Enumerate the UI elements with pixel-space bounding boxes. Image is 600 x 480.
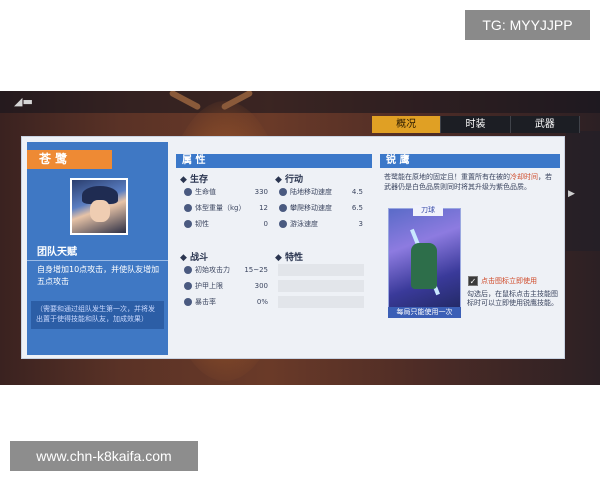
skill-cooldown-highlight: 冷却时间 xyxy=(510,173,538,181)
tab-overview[interactable]: 概况 xyxy=(372,116,442,133)
skill-usage-label: 每局只能使用一次 xyxy=(388,307,461,318)
heart-icon xyxy=(184,188,192,196)
traits-title: ◆ 特性 xyxy=(275,253,304,263)
weight-icon xyxy=(184,204,192,212)
run-icon xyxy=(279,188,287,196)
skill-description: 苍鹭能在原地的固定且！重置所有在被的冷却时间，若武器仍是白色品质则同时将其升级为… xyxy=(384,173,552,191)
skill-header: 锐 鹰 xyxy=(380,154,560,168)
avatar-face xyxy=(90,200,110,222)
stat-row-swim-speed: 游泳速度 3 xyxy=(279,218,367,230)
team-talent-desc: 自身增加10点攻击，并使队友增加五点攻击 xyxy=(37,265,160,286)
hero-tabs: 概况 时装 武器 xyxy=(372,116,580,133)
stat-row-armor: 护甲上限 300 xyxy=(184,280,272,292)
watermark-top: TG: MYYJJPP xyxy=(465,10,590,40)
attributes-header: 属 性 xyxy=(176,154,372,168)
game-logo-icon: ◢▬ xyxy=(14,95,33,108)
sword-icon xyxy=(184,266,192,274)
armor-icon xyxy=(184,282,192,290)
instant-use-checkbox[interactable]: ✓ xyxy=(468,276,478,286)
screenshot-page: TG: MYYJJPP ◢▬ ▶ 概况 时装 武器 苍 鹭 团队天赋 自身增加1… xyxy=(0,0,600,480)
stat-row-hp: 生命值 330 xyxy=(184,186,272,198)
climb-icon xyxy=(279,204,287,212)
stat-row-climb-speed: 攀爬移动速度 6.5 xyxy=(279,202,367,214)
team-talent-title: 团队天赋 xyxy=(27,245,168,261)
tab-skins[interactable]: 时装 xyxy=(441,116,511,133)
action-title: ◆ 行动 xyxy=(275,175,304,185)
watermark-bottom: www.chn-k8kaifa.com xyxy=(10,441,198,471)
trait-slot xyxy=(278,264,364,276)
survival-title: ◆ 生存 xyxy=(180,175,209,185)
combat-title: ◆ 战斗 xyxy=(180,253,209,263)
stat-row-toughness: 韧性 0 xyxy=(184,218,272,230)
skill-figure xyxy=(411,243,437,289)
swim-icon xyxy=(279,220,287,228)
crit-icon xyxy=(184,298,192,306)
shield-icon xyxy=(184,220,192,228)
trait-slot xyxy=(278,296,364,308)
instant-use-label: 点击图标立即使用 xyxy=(481,277,537,285)
game-top-bar: ◢▬ xyxy=(0,91,600,113)
instant-use-desc: 勾选后，在鼠标点击主技能图标时可以立即使用锐鹰技能。 xyxy=(467,290,558,307)
stat-row-attack: 初始攻击力 15~25 xyxy=(184,264,272,276)
trait-slot xyxy=(278,280,364,292)
team-talent-note: （需要和通过组队发生第一次，并将发出置于使得技能和队友，加成效果） xyxy=(31,301,164,329)
stat-row-weight: 体型重量（kg） 12 xyxy=(184,202,272,214)
tab-weapons[interactable]: 武器 xyxy=(510,116,580,133)
skill-image[interactable]: 刀球 xyxy=(388,205,461,309)
skill-image-tag: 刀球 xyxy=(413,205,443,216)
stat-row-crit: 暴击率 0% xyxy=(184,296,272,308)
hero-avatar xyxy=(70,178,128,235)
hero-name: 苍 鹭 xyxy=(27,150,112,169)
stat-row-land-speed: 陆地移动速度 4.5 xyxy=(279,186,367,198)
side-menu-icon[interactable]: ▶ xyxy=(566,131,600,251)
